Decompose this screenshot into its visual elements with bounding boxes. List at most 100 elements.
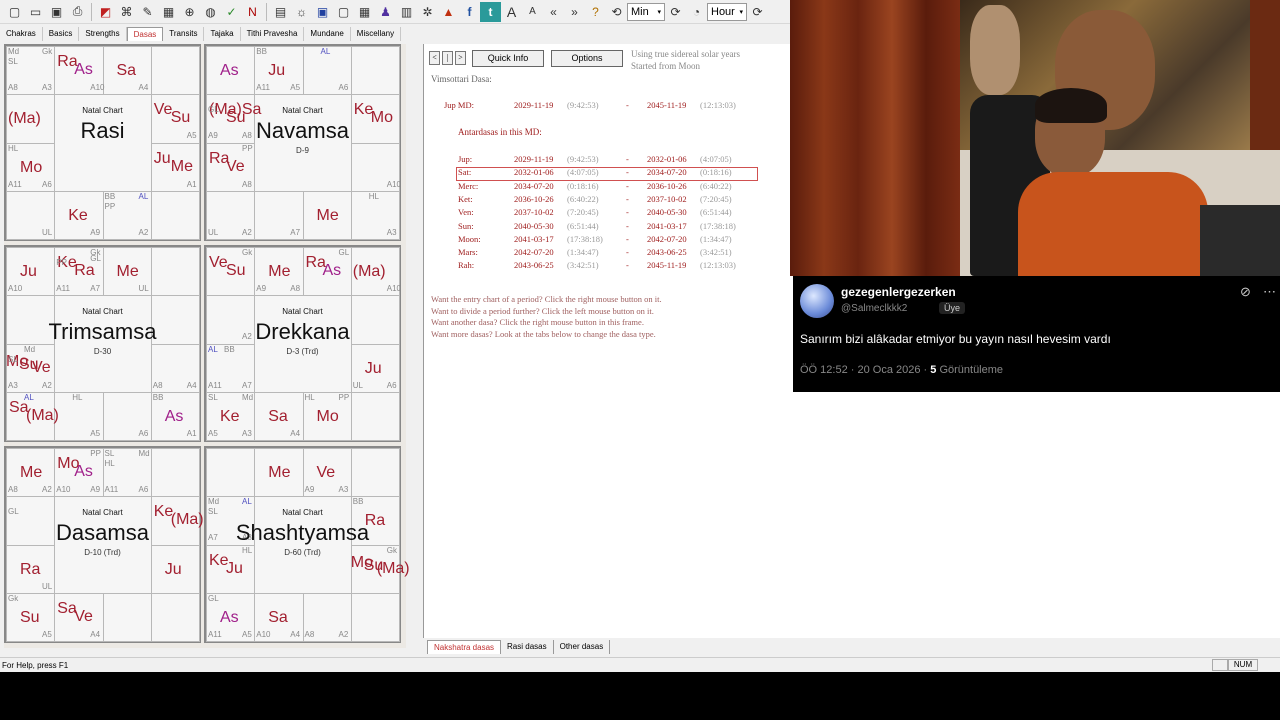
save-icon[interactable]: ▣ (46, 2, 67, 22)
antardasa-title: Antardasas in this MD: (458, 127, 542, 137)
dasa-tab-rasi-dasas[interactable]: Rasi dasas (501, 640, 554, 654)
antardasa-row[interactable]: Ven: 2037-10-02 (7:20:45) - 2040-05-30 (6:51:… (458, 206, 758, 219)
chart-shashtyamsa[interactable]: Me Ve A9 A3 Md AL SL A7 A8 Ra BB Ke Ju HL Mo Su (Ma) Gk As… (204, 446, 410, 643)
antardasa-row[interactable]: Merc: 2034-07-20 (0:18:16) - 2036-10-26 (6:40… (458, 180, 758, 193)
tab-dasas[interactable]: Dasas (126, 27, 164, 41)
time-forward-icon[interactable]: ⟳ (665, 2, 686, 22)
chart-drekkana[interactable]: Ve Su Gk Me A9 A8 Ra As GL (Ma) A10 A2 AL BB A11 A7 Ju UL… (204, 245, 401, 442)
house-cell[interactable] (350, 391, 400, 441)
nav-left-button[interactable]: < (429, 51, 440, 65)
house-cell[interactable] (150, 46, 200, 96)
sun-icon[interactable]: ☼ (291, 2, 312, 22)
house-cell[interactable] (206, 448, 256, 498)
house-cell[interactable] (102, 592, 152, 642)
more-icon[interactable]: ⋯ (1263, 284, 1276, 300)
antardasa-lord: Ket: (458, 193, 473, 204)
temple-icon[interactable]: ▲ (438, 2, 459, 22)
antardasa-row[interactable]: Rah: 2043-06-25 (3:42:51) - 2045-11-19 (12:13… (458, 259, 758, 272)
antardasa-row[interactable]: Moon: 2041-03-17 (17:38:18) - 2042-07-20 (1:3… (458, 233, 758, 246)
planet-label: Ve (74, 607, 93, 625)
table-icon[interactable]: ▤ (270, 2, 291, 22)
chart-trimsamsa[interactable]: Ju A10 Ke Ra Gk GL PP A11 A7 Me UL Mo Su Ve Md SL A3 A2 A8… (4, 245, 201, 442)
special-point-label: Md (8, 47, 20, 56)
antardasa-row[interactable]: Jup: 2029-11-19 (9:42:53) - 2032-01-06 (4:07:… (458, 153, 758, 166)
tweet-handle: @Salmeclkkk2 (841, 303, 908, 314)
chart-navamsa[interactable]: As Ju BB A11 A5 AL A6 (Ma)Sa Su GL A9 A8 Ke Mo Ra Ve PP A… (204, 44, 401, 241)
house-cell[interactable] (150, 190, 200, 240)
dasa-tab-other-dasas[interactable]: Other dasas (554, 640, 611, 654)
planet-label: Sa (268, 608, 288, 626)
refresh-icon[interactable]: ⟳ (747, 2, 768, 22)
antardasa-et: (1:34:47) (700, 233, 732, 244)
tab-miscellany[interactable]: Miscellany (351, 27, 402, 41)
tweet-author-name[interactable]: gezegenlergezerken (841, 285, 956, 299)
special-point-label: Md (138, 449, 150, 458)
sphere-icon[interactable]: ◍ (200, 2, 221, 22)
grok-icon[interactable]: ⊘ (1240, 284, 1251, 300)
help-icon[interactable]: ? (585, 2, 606, 22)
house-cell[interactable] (350, 46, 400, 96)
house-cell[interactable] (350, 448, 400, 498)
options-button[interactable]: Options (551, 50, 623, 67)
tool-icon[interactable]: ✓ (221, 2, 242, 22)
tab-tithi-pravesha[interactable]: Tithi Pravesha (241, 27, 305, 41)
tab-basics[interactable]: Basics (43, 27, 80, 41)
frame-icon[interactable]: ▢ (333, 2, 354, 22)
house-cell[interactable] (350, 592, 400, 642)
antardasa-row[interactable]: Mars: 2042-07-20 (1:34:47) - 2043-06-25 (3:42… (458, 246, 758, 259)
antardasa-row[interactable]: Sun: 2040-05-30 (6:51:44) - 2041-03-17 (17:38… (458, 220, 758, 233)
facebook-icon[interactable]: f (459, 2, 480, 22)
forward-icon[interactable]: » (564, 2, 585, 22)
special-point-label: UL (138, 284, 149, 293)
antardasa-end: 2041-03-17 (647, 220, 687, 231)
back-icon[interactable]: « (543, 2, 564, 22)
print-icon[interactable]: ⎙ (67, 2, 88, 22)
unit-select[interactable]: Hour ▾ (707, 2, 747, 21)
new-icon[interactable]: ▢ (4, 2, 25, 22)
transform-icon[interactable]: ✎ (137, 2, 158, 22)
n-icon[interactable]: N (242, 2, 263, 22)
globe-icon[interactable]: ⊕ (179, 2, 200, 22)
time-back-icon[interactable]: ⟲ (606, 2, 627, 22)
tab-chakras[interactable]: Chakras (0, 27, 43, 41)
chart-dasamsa[interactable]: Me A8 A2 Mo As PP A10 A9 SL Md HL A11 A6 GL Ke (Ma) Ra UL… (4, 446, 204, 643)
quick-info-button[interactable]: Quick Info (472, 50, 544, 67)
md-row[interactable]: Jup MD: 2029-11-19 (9:42:53) - 2045-11-1… (444, 100, 744, 112)
font-small-icon[interactable]: A (522, 2, 543, 22)
data-icon[interactable]: ⌘ (116, 2, 137, 22)
open-icon[interactable]: ▭ (25, 2, 46, 22)
tab-transits[interactable]: Transits (163, 27, 205, 41)
antardasa-row[interactable]: Ket: 2036-10-26 (6:40:22) - 2037-10-02 (7:20:… (458, 193, 758, 206)
people-icon[interactable]: ♟ (375, 2, 396, 22)
special-point-label: A6 (138, 428, 149, 438)
special-point-label: A2 (42, 380, 52, 390)
chart-division-label: D-9 (296, 146, 309, 155)
t-icon[interactable]: t (480, 1, 501, 22)
house-cell[interactable] (150, 592, 200, 642)
tab-strengths[interactable]: Strengths (79, 27, 127, 41)
wheel-icon[interactable]: ▦ (354, 2, 375, 22)
clock-icon[interactable]: ◔ (686, 2, 707, 22)
edit-chart-icon[interactable]: ◩ (95, 2, 116, 22)
nav-pause-button[interactable]: | (442, 51, 453, 65)
planet-label: (Ma) (352, 263, 386, 280)
dash: - (626, 220, 629, 231)
settings-icon[interactable]: ✲ (417, 2, 438, 22)
sb-icon[interactable]: ▣ (312, 2, 333, 22)
tab-tajaka[interactable]: Tajaka (204, 27, 241, 41)
special-point-label: PP (104, 201, 116, 211)
tab-mundane[interactable]: Mundane (304, 27, 351, 41)
house-cell[interactable] (150, 247, 200, 297)
main-tabs: Chakras Basics Strengths Dasas Transits Tajak… (0, 27, 790, 41)
nav-right-button[interactable]: > (455, 51, 466, 65)
computer-image (1200, 205, 1280, 276)
house-cell[interactable] (150, 448, 200, 498)
md-dash: - (626, 100, 629, 110)
zoom-select[interactable]: Min ▾ (627, 2, 665, 21)
font-large-icon[interactable]: A (501, 2, 522, 22)
special-point-label: A8 (304, 629, 315, 639)
book-icon[interactable]: ▥ (396, 2, 417, 22)
dasa-tab-nakshatra-dasas[interactable]: Nakshatra dasas (427, 640, 502, 654)
chart-rasi[interactable]: Md Gk SL A8 A3 Ra As A10 Sa A4 (Ma) Ve Su A5 Mo HL A11 A6… (4, 44, 201, 241)
grid-icon[interactable]: ▦ (158, 2, 179, 22)
